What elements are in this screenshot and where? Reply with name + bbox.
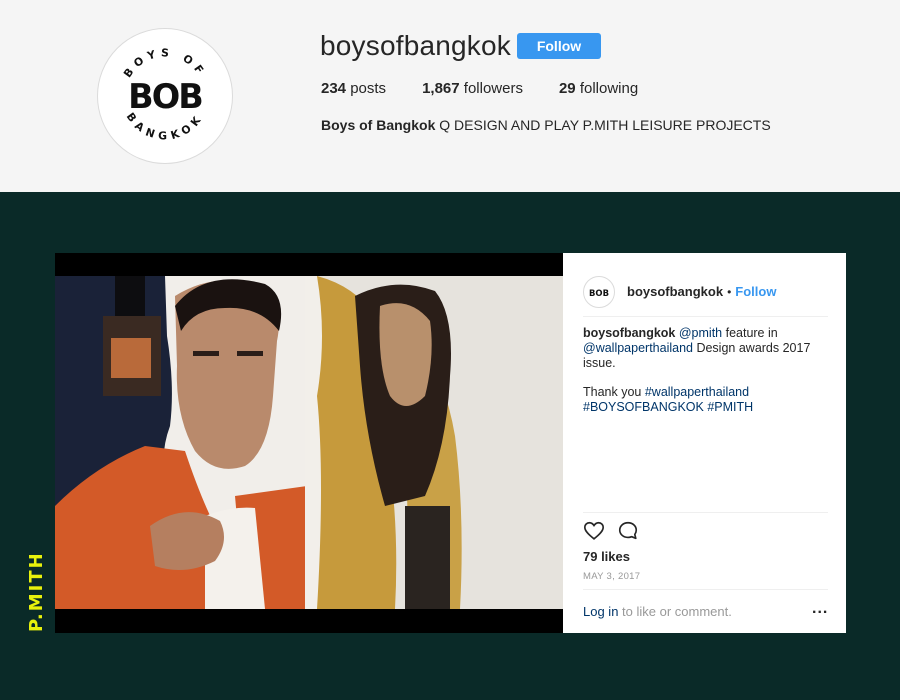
mini-logo-text: BOB [589, 287, 609, 297]
post-card: BOB boysofbangkok • Follow boysofbangkok… [55, 253, 846, 633]
profile-avatar[interactable]: BOYS OF BANGKOK BOB [97, 28, 233, 164]
heart-icon[interactable] [583, 520, 605, 542]
caption-username[interactable]: boysofbangkok [583, 326, 675, 340]
following-count: 29 [558, 80, 576, 97]
bio-text: Q DESIGN AND PLAY P.MITH LEISURE PROJECT… [435, 117, 771, 133]
hashtag-wallpaperthailand[interactable]: #wallpaperthailand [645, 385, 749, 399]
profile-username: boysofbangkok [320, 30, 511, 61]
likes-count[interactable]: 79 likes [583, 549, 630, 564]
logo-text-top: BOYS OF [121, 46, 204, 80]
profile-header: BOYS OF BANGKOK BOB boysofbangkok Follow… [0, 0, 900, 192]
more-options-icon[interactable]: ... [812, 600, 828, 618]
bob-mini-logo: BOB [589, 287, 609, 297]
svg-text:BOYS OF: BOYS OF [121, 46, 209, 80]
post-header: BOB boysofbangkok • Follow [583, 267, 828, 317]
posts-stat: 234 posts [321, 80, 386, 97]
post-username[interactable]: boysofbangkok [627, 284, 723, 299]
comment-divider [583, 589, 828, 590]
post-sidebar: BOB boysofbangkok • Follow boysofbangkok… [563, 253, 846, 633]
actions-divider [583, 512, 828, 513]
hashtag-boysofbangkok[interactable]: #BOYSOFBANGKOK [583, 400, 704, 414]
post-actions [583, 520, 639, 542]
follow-button[interactable]: Follow [517, 33, 601, 59]
bob-logo: BOYS OF BANGKOK BOB [121, 46, 209, 142]
post-photo[interactable] [55, 253, 563, 633]
profile-stats: 234 posts 1,867 followers 29 following [321, 80, 674, 97]
post-follow-link[interactable]: Follow [735, 284, 776, 299]
login-link[interactable]: Log in [583, 604, 618, 619]
following-stat[interactable]: 29 following [559, 80, 638, 97]
login-prompt: Log in to like or comment. [583, 604, 732, 619]
posts-count: 234 [321, 80, 347, 97]
post-caption: boysofbangkok @pmith feature in @wallpap… [583, 326, 828, 429]
logo-main: BOB [128, 77, 202, 116]
comment-icon[interactable] [617, 520, 639, 542]
followers-count: 1,867 [422, 80, 460, 97]
post-avatar[interactable]: BOB [583, 275, 615, 308]
login-text: to like or comment. [618, 604, 732, 619]
caption-thanks: Thank you [583, 385, 645, 399]
separator-dot: • [727, 284, 732, 299]
mention-wallpaperthailand[interactable]: @wallpaperthailand [583, 341, 693, 355]
followers-label: followers [463, 80, 523, 97]
caption-text-1: feature in [722, 326, 778, 340]
followers-stat[interactable]: 1,867 followers [422, 80, 523, 97]
mention-pmith[interactable]: @pmith [679, 326, 722, 340]
post-date: MAY 3, 2017 [583, 571, 641, 582]
post-image [55, 276, 563, 609]
side-label: P.MITH [26, 551, 47, 632]
hashtag-pmith[interactable]: #PMITH [707, 400, 753, 414]
bio-name: Boys of Bangkok [321, 117, 436, 133]
posts-label: posts [350, 80, 387, 97]
following-label: following [579, 80, 639, 97]
profile-bio: Boys of Bangkok Q DESIGN AND PLAY P.MITH… [321, 117, 771, 133]
